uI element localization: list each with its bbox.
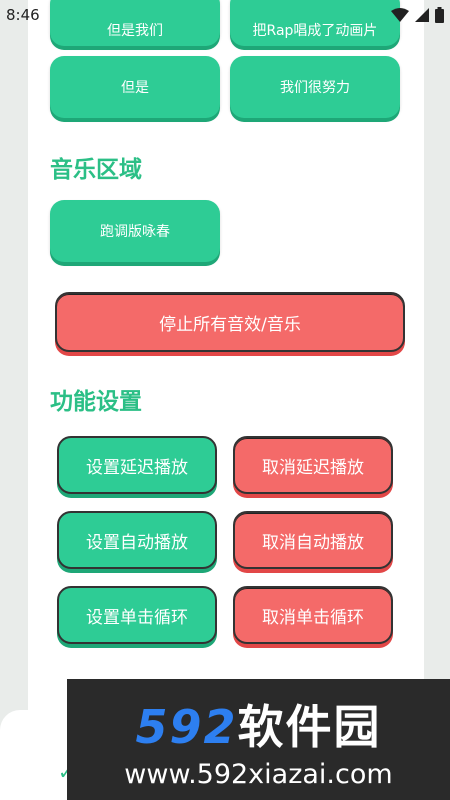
battery-icon [435, 7, 444, 23]
set-auto-play-button[interactable]: 设置自动播放 [57, 511, 217, 569]
top-button-3[interactable]: 但是 [50, 56, 220, 118]
top-button-4[interactable]: 我们很努力 [230, 56, 400, 118]
cancel-delay-play-label: 取消延迟播放 [262, 457, 364, 478]
music-section-title: 音乐区域 [50, 157, 142, 183]
watermark-number: 592 [135, 700, 238, 754]
watermark-logo: 592软件园 [67, 691, 450, 757]
top-button-3-label: 但是 [121, 80, 149, 96]
signal-icon [415, 8, 429, 22]
cancel-auto-play-label: 取消自动播放 [262, 532, 364, 553]
cancel-click-loop-button[interactable]: 取消单击循环 [233, 586, 393, 644]
stop-all-button-label: 停止所有音效/音乐 [159, 314, 301, 335]
music-button-1-label: 跑调版咏春 [100, 224, 170, 240]
watermark-banner: 592软件园 www.592xiazai.com [67, 679, 450, 800]
set-auto-play-label: 设置自动播放 [86, 532, 188, 553]
stop-all-button[interactable]: 停止所有音效/音乐 [55, 292, 405, 352]
status-time: 8:46 [6, 6, 40, 24]
set-click-loop-label: 设置单击循环 [86, 607, 188, 628]
settings-section-title: 功能设置 [50, 389, 142, 415]
set-click-loop-button[interactable]: 设置单击循环 [57, 586, 217, 644]
watermark-brand: 软件园 [237, 700, 382, 754]
watermark-url: www.592xiazai.com [124, 759, 393, 790]
status-icons [391, 7, 444, 23]
set-delay-play-label: 设置延迟播放 [86, 457, 188, 478]
music-button-1[interactable]: 跑调版咏春 [50, 200, 220, 262]
cancel-click-loop-label: 取消单击循环 [262, 607, 364, 628]
wifi-icon [391, 8, 409, 22]
status-bar: 8:46 [0, 0, 450, 30]
cancel-delay-play-button[interactable]: 取消延迟播放 [233, 436, 393, 494]
cancel-auto-play-button[interactable]: 取消自动播放 [233, 511, 393, 569]
set-delay-play-button[interactable]: 设置延迟播放 [57, 436, 217, 494]
top-button-4-label: 我们很努力 [280, 80, 350, 96]
